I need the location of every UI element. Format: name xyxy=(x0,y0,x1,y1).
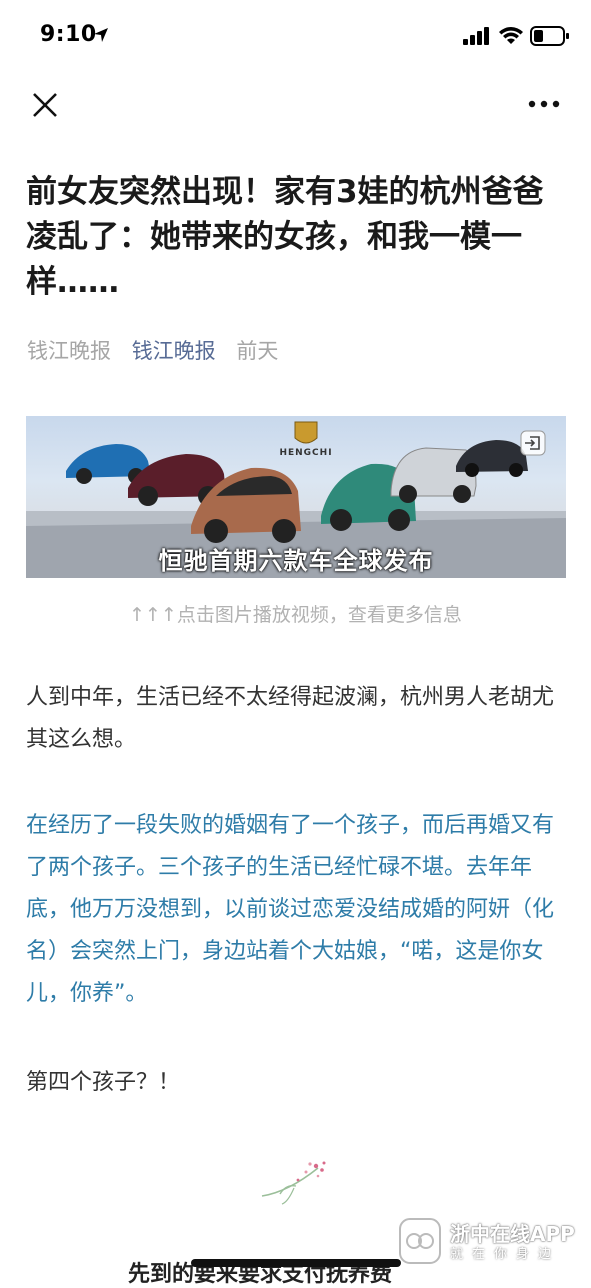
status-time: 9:10 xyxy=(40,22,97,47)
brand-logo-text: HENGCHI xyxy=(279,448,333,458)
paragraph-2-highlight: 在经历了一段失败的婚姻有了一个孩子，而后再婚又有了两个孩子。三个孩子的生活已经忙… xyxy=(26,813,555,1006)
video-cover-image[interactable]: HENGCHI 恒驰首期六款车全球发布 xyxy=(26,416,566,578)
wifi-icon xyxy=(499,27,523,44)
more-icon[interactable] xyxy=(526,92,562,116)
home-indicator[interactable] xyxy=(191,1259,401,1267)
paragraph-3: 第四个孩子？！ xyxy=(26,1070,181,1095)
watermark-logo-icon xyxy=(399,1218,441,1264)
article-source: 钱江晚报 xyxy=(27,339,111,363)
battery-icon xyxy=(530,26,569,46)
paragraph-1: 人到中年，生活已经不太经得起波澜，杭州男人老胡尤其这么想。 xyxy=(26,685,555,752)
status-bar: 9:10 xyxy=(0,0,591,72)
watermark-subtitle: 就在你身边 xyxy=(450,1247,561,1262)
account-link[interactable]: 钱江晚报 xyxy=(132,339,216,363)
close-icon[interactable] xyxy=(28,88,62,122)
banner-caption: 恒驰首期六款车全球发布 xyxy=(158,547,434,575)
image-note: ↑↑↑点击图片播放视频，查看更多信息 xyxy=(129,604,462,626)
article-meta: 钱江晚报 钱江晚报 前天 xyxy=(27,335,292,365)
article-title: 前女友突然出现！家有3娃的杭州爸爸凌乱了：她带来的女孩，和我一模一样…… xyxy=(26,174,544,300)
article-time: 前天 xyxy=(236,339,279,363)
location-arrow-icon xyxy=(94,28,108,42)
flower-divider-icon xyxy=(261,1161,326,1205)
brand-logo: HENGCHI xyxy=(276,448,336,458)
cellular-signal-icon xyxy=(463,27,489,45)
share-icon[interactable] xyxy=(520,430,546,456)
